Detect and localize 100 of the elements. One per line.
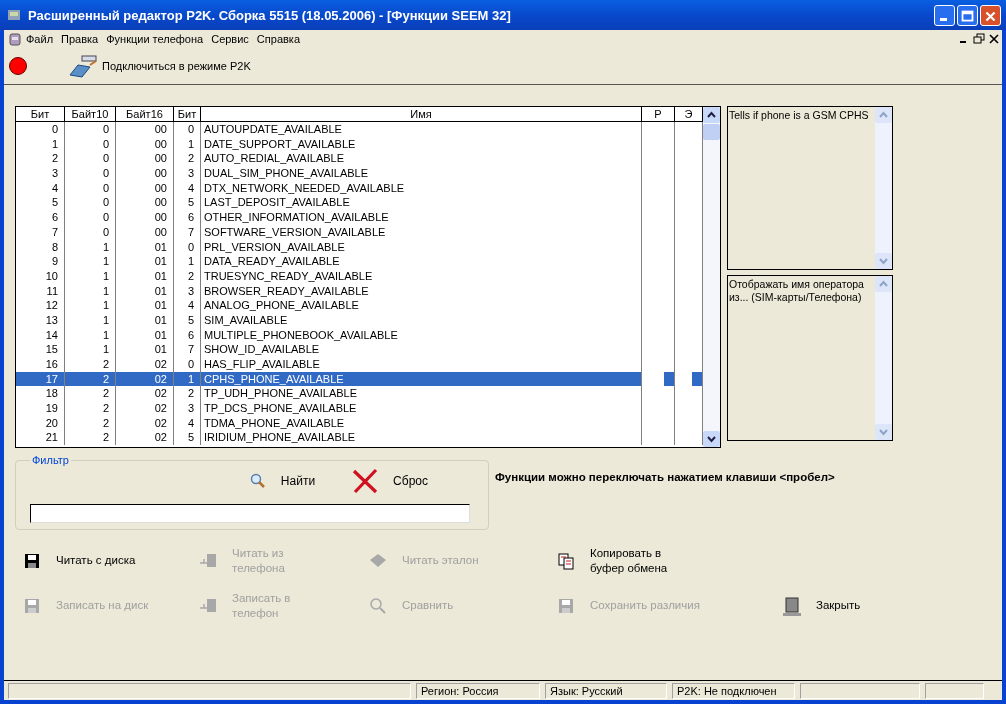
table-cell: DTX_NETWORK_NEEDED_AVAILABLE: [201, 180, 642, 196]
door-icon: [782, 595, 802, 616]
maximize-button[interactable]: [957, 4, 978, 26]
table-cell: AUTOUPDATE_AVAILABLE: [201, 122, 642, 137]
table-cell: TRUESYNC_READY_AVAILABLE: [201, 268, 642, 284]
cable-plug-icon: [68, 53, 100, 79]
copy-icon: [556, 550, 576, 571]
table-cell: 2: [65, 415, 116, 431]
table-cell: 5: [174, 312, 201, 328]
menu-item[interactable]: Правка: [57, 33, 103, 45]
table-cell: 01: [116, 239, 174, 255]
table-cell: 02: [116, 430, 174, 446]
table-cell: 5: [174, 195, 201, 211]
table-cell: 10: [16, 268, 65, 284]
close-button[interactable]: [980, 4, 1001, 26]
table-cell: OTHER_INFORMATION_AVAILABLE: [201, 210, 642, 225]
table-cell: 00: [116, 136, 174, 152]
table-cell: 0: [65, 136, 116, 152]
action-button[interactable]: Читать с диска: [20, 543, 196, 578]
table-cell: MULTIPLE_PHONEBOOK_AVAILABLE: [201, 327, 642, 343]
window-title: Расширенный редактор P2K. Сборка 5515 (18.05.2006) - [Функции SEEM 32]: [28, 7, 512, 23]
table-cell: 01: [116, 327, 174, 343]
table-cell: 01: [116, 312, 174, 328]
table-cell: 20: [16, 415, 65, 431]
column-header[interactable]: Байт10: [65, 107, 116, 121]
table-cell: 3: [174, 401, 201, 416]
table-cell: 1: [65, 298, 116, 313]
table-cell: 3: [16, 166, 65, 181]
table-cell: 00: [116, 122, 174, 137]
table-cell: 4: [16, 180, 65, 196]
table-cell: 1: [65, 239, 116, 255]
table-cell: 7: [174, 224, 201, 240]
table-cell: 0: [65, 180, 116, 196]
column-header[interactable]: Байт16: [116, 107, 174, 121]
table-cell: 2: [65, 430, 116, 446]
filter-input[interactable]: [30, 504, 470, 523]
table-cell: 5: [174, 430, 201, 446]
table-cell: 7: [16, 224, 65, 240]
table-cell: 00: [116, 210, 174, 225]
table-cell: 2: [65, 401, 116, 416]
table-cell: BROWSER_READY_AVAILABLE: [201, 283, 642, 299]
scroll-thumb[interactable]: [703, 124, 720, 140]
scroll-down-icon[interactable]: [703, 431, 720, 447]
column-header[interactable]: Бит: [16, 107, 65, 121]
table-cell: 1: [65, 268, 116, 284]
app-icon: [6, 7, 22, 23]
table-cell: DATA_READY_AVAILABLE: [201, 254, 642, 269]
table-cell: TP_DCS_PHONE_AVAILABLE: [201, 401, 642, 416]
table-cell: 0: [174, 239, 201, 255]
column-header[interactable]: Бит: [174, 107, 201, 121]
table-cell: 4: [174, 298, 201, 313]
table-cell: 16: [16, 357, 65, 372]
action-button[interactable]: Закрыть: [780, 588, 956, 623]
table-cell: HAS_FLIP_AVAILABLE: [201, 357, 642, 372]
search-icon: [368, 595, 388, 616]
minimize-icon: [940, 17, 947, 21]
restore-icon[interactable]: [973, 33, 985, 45]
table-cell: 4: [174, 180, 201, 196]
search-icon: [248, 472, 267, 490]
table-cell: 1: [174, 254, 201, 269]
menu-item[interactable]: Справка: [252, 33, 304, 45]
table-cell: 7: [174, 342, 201, 357]
table-cell: 02: [116, 386, 174, 402]
table-cell: 2: [65, 371, 116, 387]
close-icon: [351, 467, 380, 495]
table-cell: 0: [174, 122, 201, 137]
column-header[interactable]: Имя: [201, 107, 642, 121]
table-cell: 1: [65, 254, 116, 269]
table-cell: 2: [16, 151, 65, 167]
table-cell: SHOW_ID_AVAILABLE: [201, 342, 642, 357]
table-cell: SOFTWARE_VERSION_AVAILABLE: [201, 224, 642, 240]
table-cell: IRIDIUM_PHONE_AVAILABLE: [201, 430, 642, 446]
table-cell: 5: [16, 195, 65, 211]
table-cell: 3: [174, 283, 201, 299]
connect-button[interactable]: Подключиться в режиме P2K: [68, 53, 251, 79]
menu-item[interactable]: Сервис: [207, 33, 253, 45]
table-row[interactable]: 17 2 02 1 CPHS_PHONE_AVAILABLE: [16, 371, 703, 387]
action-button[interactable]: Копировать в буфер обмена: [554, 543, 780, 578]
minimize-button[interactable]: [934, 4, 955, 26]
table-cell: 2: [174, 151, 201, 167]
menu-item[interactable]: Файл: [22, 33, 58, 45]
table-cell: 8: [16, 239, 65, 255]
column-header[interactable]: Р: [642, 107, 675, 121]
status-panel: [925, 683, 984, 699]
table-cell: 13: [16, 312, 65, 328]
table-cell: 01: [116, 283, 174, 299]
scroll-up-icon[interactable]: [703, 107, 720, 123]
table-cell: 00: [116, 224, 174, 240]
scrollbar[interactable]: [703, 107, 720, 447]
menu-item[interactable]: Функции телефона: [102, 33, 208, 45]
close-icon[interactable]: [988, 33, 1000, 45]
table-cell: 0: [65, 122, 116, 137]
reset-button[interactable]: Сброс: [351, 467, 428, 495]
status-panel: P2K: Не подключен: [672, 683, 795, 699]
find-button[interactable]: Найти: [248, 472, 316, 490]
table-cell: ANALOG_PHONE_AVAILABLE: [201, 298, 642, 313]
document-icon: [8, 31, 22, 47]
description-text: Tells if phone is a GSM CPHS: [729, 109, 870, 122]
table-cell: 0: [65, 210, 116, 225]
table-cell: 1: [65, 342, 116, 357]
